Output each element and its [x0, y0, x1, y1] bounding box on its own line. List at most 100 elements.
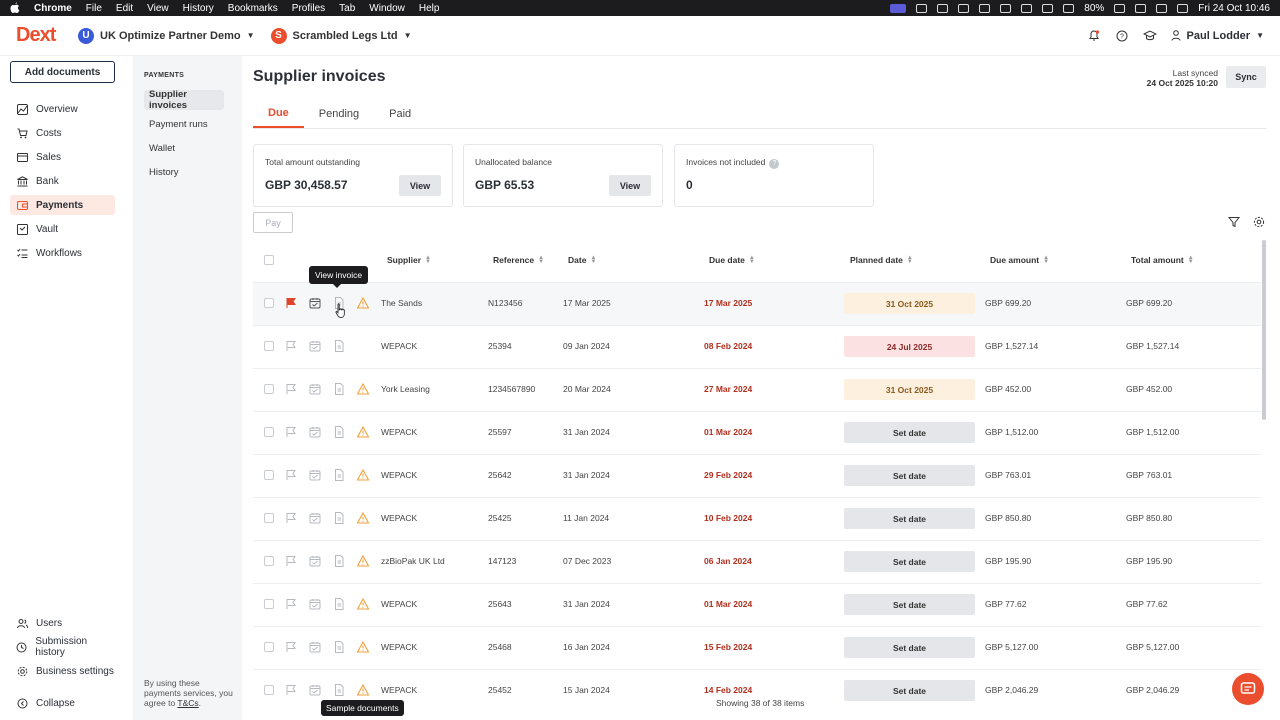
nav-item-submission-history[interactable]: Submission history: [10, 636, 115, 658]
status-icon[interactable]: [1000, 3, 1012, 13]
apple-icon[interactable]: [10, 2, 20, 14]
status-icon[interactable]: [979, 3, 991, 13]
invoice-document-icon[interactable]: [333, 555, 345, 567]
dext-logo[interactable]: Dext: [16, 24, 62, 47]
sound-icon[interactable]: [1063, 3, 1075, 13]
row-checkbox[interactable]: [264, 470, 274, 480]
table-row[interactable]: zzBioPak UK Ltd 147123 07 Dec 2023 06 Jan 2…: [253, 540, 1261, 583]
invoice-document-icon[interactable]: [333, 598, 345, 610]
table-scrollbar[interactable]: [1262, 240, 1266, 420]
row-checkbox[interactable]: [264, 599, 274, 609]
user-menu[interactable]: Paul Lodder ▼: [1171, 30, 1264, 42]
row-checkbox[interactable]: [264, 298, 274, 308]
nav-item-users[interactable]: Users: [10, 613, 115, 633]
chat-button[interactable]: [1232, 673, 1264, 705]
flag-icon[interactable]: [285, 512, 297, 524]
calendar-icon[interactable]: [309, 383, 321, 395]
flag-icon[interactable]: [285, 555, 297, 567]
calendar-icon[interactable]: [309, 641, 321, 653]
column-due-date[interactable]: Due date ▲ ▼: [709, 255, 755, 265]
menu-edit[interactable]: Edit: [116, 3, 133, 14]
menu-help[interactable]: Help: [419, 3, 440, 14]
nav-item-vault[interactable]: Vault: [10, 219, 115, 239]
menu-app-name[interactable]: Chrome: [34, 3, 72, 14]
calendar-icon[interactable]: [309, 684, 321, 696]
calendar-icon[interactable]: [309, 512, 321, 524]
set-date-button[interactable]: Set date: [844, 422, 975, 443]
invoice-document-icon[interactable]: [333, 340, 345, 352]
calendar-icon[interactable]: [309, 555, 321, 567]
moon-icon[interactable]: [1042, 3, 1054, 13]
menu-view[interactable]: View: [147, 3, 169, 14]
planned-date[interactable]: 31 Oct 2025: [844, 379, 975, 400]
select-all-checkbox[interactable]: [264, 255, 274, 265]
row-checkbox[interactable]: [264, 384, 274, 394]
flag-icon[interactable]: [285, 598, 297, 610]
table-row[interactable]: WEPACK 25394 09 Jan 2024 08 Feb 2024 GBP 1,5…: [253, 325, 1261, 368]
invoice-document-icon[interactable]: [333, 469, 345, 481]
search-icon[interactable]: [1156, 3, 1168, 13]
column-total-amount[interactable]: Total amount ▲ ▼: [1131, 255, 1194, 265]
column-reference[interactable]: Reference ▲ ▼: [493, 255, 544, 265]
tab-paid[interactable]: Paid: [374, 100, 426, 128]
column-due-amount[interactable]: Due amount ▲ ▼: [990, 255, 1049, 265]
set-date-button[interactable]: Set date: [844, 508, 975, 529]
row-checkbox[interactable]: [264, 427, 274, 437]
table-row[interactable]: WEPACK 25425 11 Jan 2024 10 Feb 2024 GBP 850…: [253, 497, 1261, 540]
set-date-button[interactable]: Set date: [844, 594, 975, 615]
row-checkbox[interactable]: [264, 685, 274, 695]
sample-documents-button[interactable]: Sample documents: [321, 700, 404, 716]
planned-date[interactable]: 31 Oct 2025: [844, 293, 975, 314]
row-checkbox[interactable]: [264, 642, 274, 652]
row-checkbox[interactable]: [264, 556, 274, 566]
invoice-document-icon[interactable]: [333, 684, 345, 696]
flag-icon[interactable]: [285, 426, 297, 438]
column-planned-date[interactable]: Planned date ▲ ▼: [850, 255, 913, 265]
nav-item-costs[interactable]: Costs: [10, 123, 115, 143]
nav-item-overview[interactable]: Overview: [10, 99, 115, 119]
collapse-nav-button[interactable]: Collapse: [10, 693, 115, 713]
tab-pending[interactable]: Pending: [304, 100, 374, 128]
table-row[interactable]: WEPACK 25643 31 Jan 2024 01 Mar 2024 GBP 77.…: [253, 583, 1261, 626]
nav-item-payments[interactable]: Payments: [10, 195, 115, 215]
subnav-item-history[interactable]: History: [144, 162, 224, 182]
battery-icon[interactable]: [1114, 3, 1126, 13]
table-row[interactable]: WEPACK 25468 16 Jan 2024 15 Feb 2024 GBP 5,1…: [253, 626, 1261, 669]
nav-item-sales[interactable]: Sales: [10, 147, 115, 167]
column-supplier[interactable]: Supplier ▲ ▼: [387, 255, 431, 265]
flag-icon[interactable]: [285, 383, 297, 395]
invoice-document-icon[interactable]: [333, 383, 345, 395]
pay-button[interactable]: Pay: [253, 212, 293, 233]
screen-record-icon[interactable]: [890, 3, 907, 13]
status-icon[interactable]: [937, 3, 949, 13]
filter-icon[interactable]: [1227, 216, 1241, 231]
subnav-item-supplier-invoices[interactable]: Supplier invoices: [144, 89, 224, 111]
menu-window[interactable]: Window: [369, 3, 405, 14]
sync-button[interactable]: Sync: [1226, 66, 1266, 88]
status-icon[interactable]: [916, 3, 928, 13]
control-center-icon[interactable]: [1177, 3, 1189, 13]
terms-link[interactable]: T&Cs: [177, 698, 198, 708]
table-row[interactable]: WEPACK 25642 31 Jan 2024 29 Feb 2024 GBP 763…: [253, 454, 1261, 497]
column-date[interactable]: Date ▲ ▼: [568, 255, 596, 265]
subnav-item-wallet[interactable]: Wallet: [144, 138, 224, 158]
client-switcher[interactable]: S Scrambled Legs Ltd ▼: [270, 27, 412, 44]
menu-tab[interactable]: Tab: [339, 3, 355, 14]
nav-item-business-settings[interactable]: Business settings: [10, 661, 115, 681]
view-outstanding-button[interactable]: View: [399, 175, 441, 196]
calendar-icon[interactable]: [309, 340, 321, 352]
menu-profiles[interactable]: Profiles: [292, 3, 325, 14]
invoice-document-icon[interactable]: [333, 641, 345, 653]
table-row[interactable]: The Sands N123456 17 Mar 2025 17 Mar 2025 GB…: [253, 282, 1261, 325]
calendar-icon[interactable]: [309, 426, 321, 438]
menu-history[interactable]: History: [183, 3, 214, 14]
menu-bookmarks[interactable]: Bookmarks: [228, 3, 278, 14]
flag-icon[interactable]: [285, 297, 297, 309]
flag-icon[interactable]: [285, 340, 297, 352]
status-icon[interactable]: [958, 3, 970, 13]
nav-item-bank[interactable]: Bank: [10, 171, 115, 191]
view-unallocated-button[interactable]: View: [609, 175, 651, 196]
set-date-button[interactable]: Set date: [844, 637, 975, 658]
learning-icon[interactable]: [1142, 29, 1157, 43]
invoice-document-icon[interactable]: [333, 512, 345, 524]
